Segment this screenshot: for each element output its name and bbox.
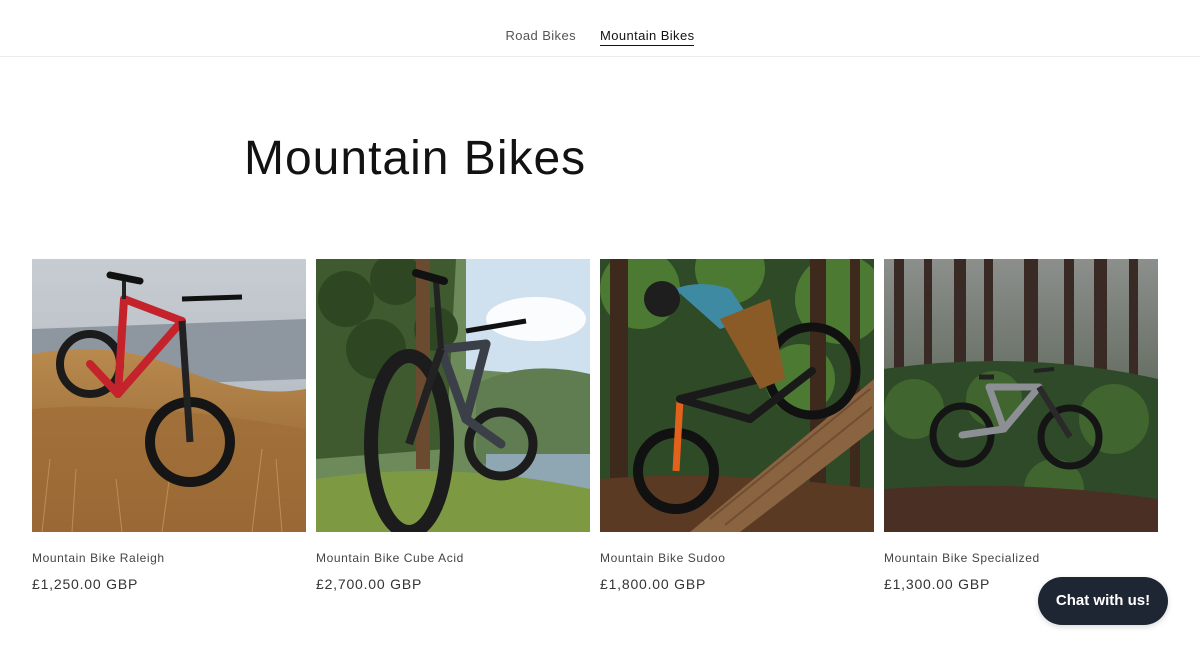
product-card[interactable]: Mountain Bike Sudoo £1,800.00 GBP (600, 259, 874, 592)
product-name[interactable]: Mountain Bike Specialized (884, 551, 1040, 565)
collection-links: Road Bikes Mountain Bikes (0, 28, 1200, 46)
product-price: £1,800.00 GBP (600, 576, 707, 592)
product-name[interactable]: Mountain Bike Sudoo (600, 551, 725, 565)
nav-link-mountain-bikes[interactable]: Mountain Bikes (600, 28, 695, 46)
product-card[interactable]: Mountain Bike Raleigh £1,250.00 GBP (32, 259, 306, 592)
product-image-specialized[interactable] (884, 259, 1158, 532)
product-image-cube-acid[interactable] (316, 259, 590, 532)
product-price: £1,300.00 GBP (884, 576, 991, 592)
chat-button[interactable]: Chat with us! (1038, 577, 1168, 625)
product-price: £1,250.00 GBP (32, 576, 139, 592)
product-card[interactable]: Mountain Bike Cube Acid £2,700.00 GBP (316, 259, 590, 592)
product-card[interactable]: Mountain Bike Specialized £1,300.00 GBP (884, 259, 1158, 592)
nav-link-road-bikes[interactable]: Road Bikes (506, 28, 576, 45)
product-price: £2,700.00 GBP (316, 576, 423, 592)
product-image-sudoo[interactable] (600, 259, 874, 532)
product-name[interactable]: Mountain Bike Cube Acid (316, 551, 464, 565)
product-name[interactable]: Mountain Bike Raleigh (32, 551, 165, 565)
top-navigation: Road Bikes Mountain Bikes (0, 0, 1200, 57)
product-image-raleigh[interactable] (32, 259, 306, 532)
page-title: Mountain Bikes (244, 132, 587, 185)
